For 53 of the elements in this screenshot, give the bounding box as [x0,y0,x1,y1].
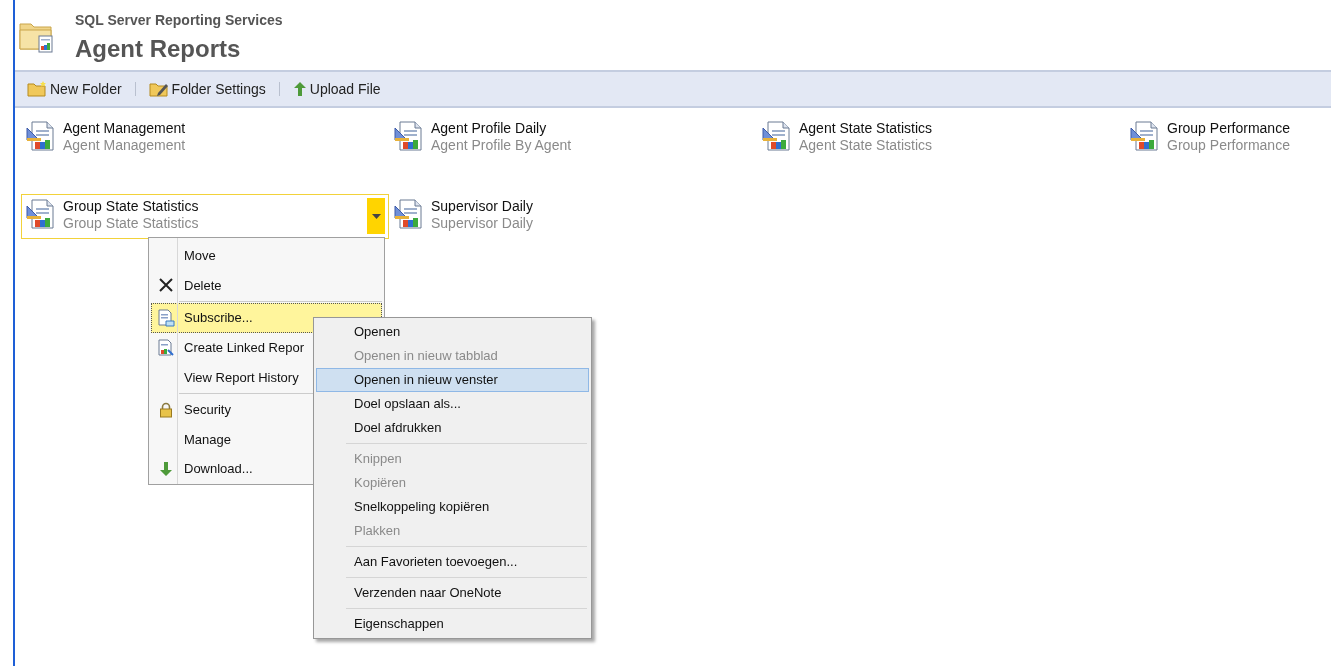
report-description: Agent Management [63,137,187,154]
report-name: Agent Management [63,120,187,137]
report-item[interactable]: Agent State Statistics Agent State Statistics [757,116,1125,161]
close-icon [159,278,173,293]
up-arrow-icon [292,81,307,97]
dropdown-button[interactable] [367,198,385,234]
document-icon [157,338,175,357]
report-icon [761,120,793,152]
report-item[interactable]: Agent Management Agent Management [21,116,389,161]
down-arrow-icon [159,461,173,478]
product-name: SQL Server Reporting Services [75,11,283,30]
context-menu-item[interactable]: Aan Favorieten toevoegen... [316,550,589,574]
menu-item[interactable]: Delete [151,270,382,301]
report-name: Supervisor Daily [431,198,534,215]
report-description: Group State Statistics [63,215,200,232]
context-menu-item[interactable]: Eigenschappen [316,612,589,636]
lock-icon [159,401,173,418]
menu-item-label: Subscribe... [184,309,253,328]
report-item[interactable]: Group Performance Group Performance [1125,116,1331,161]
context-menu-item[interactable]: Openen in nieuw venster [316,368,589,392]
folder-edit-icon [148,81,169,97]
context-menu-item[interactable]: Doel opslaan als... [316,392,589,416]
toolbar-button[interactable]: New Folder [27,78,122,100]
report-description: Agent Profile By Agent [431,137,573,154]
report-description: Group Performance [1167,137,1291,154]
report-name: Group State Statistics [63,198,200,215]
context-menu-item[interactable]: Doel afdrukken [316,416,589,440]
menu-item[interactable]: Move [151,241,382,271]
document-icon [157,309,175,328]
page-title: Agent Reports [75,34,242,64]
menu-item-label: Delete [184,276,222,295]
report-name: Agent State Statistics [799,120,934,137]
report-icon [393,198,425,230]
context-menu-item[interactable]: Snelkoppeling kopiëren [316,495,589,519]
menu-item-label: Download... [184,460,253,479]
report-description: Supervisor Daily [431,215,534,232]
caret-icon [371,213,381,219]
context-menu-item[interactable]: Verzenden naar OneNote [316,581,589,605]
toolbar-button[interactable]: Folder Settings [148,78,266,100]
report-name: Agent Profile Daily [431,120,548,137]
menu-item-label: Create Linked Repor [184,338,304,357]
menu-item-label: Security [184,401,231,420]
new-folder-icon [27,81,47,97]
report-icon [25,120,57,152]
report-item[interactable]: Supervisor Daily Supervisor Daily [389,194,757,239]
menu-item-label: Move [184,247,216,266]
report-icon [393,120,425,152]
report-icon [25,198,57,230]
toolbar-button[interactable]: Upload File [292,78,381,100]
report-name: Group Performance [1167,120,1291,137]
report-item[interactable]: Agent Profile Daily Agent Profile By Agent [389,116,757,161]
report-icon [1129,120,1161,152]
report-description: Agent State Statistics [799,137,934,154]
